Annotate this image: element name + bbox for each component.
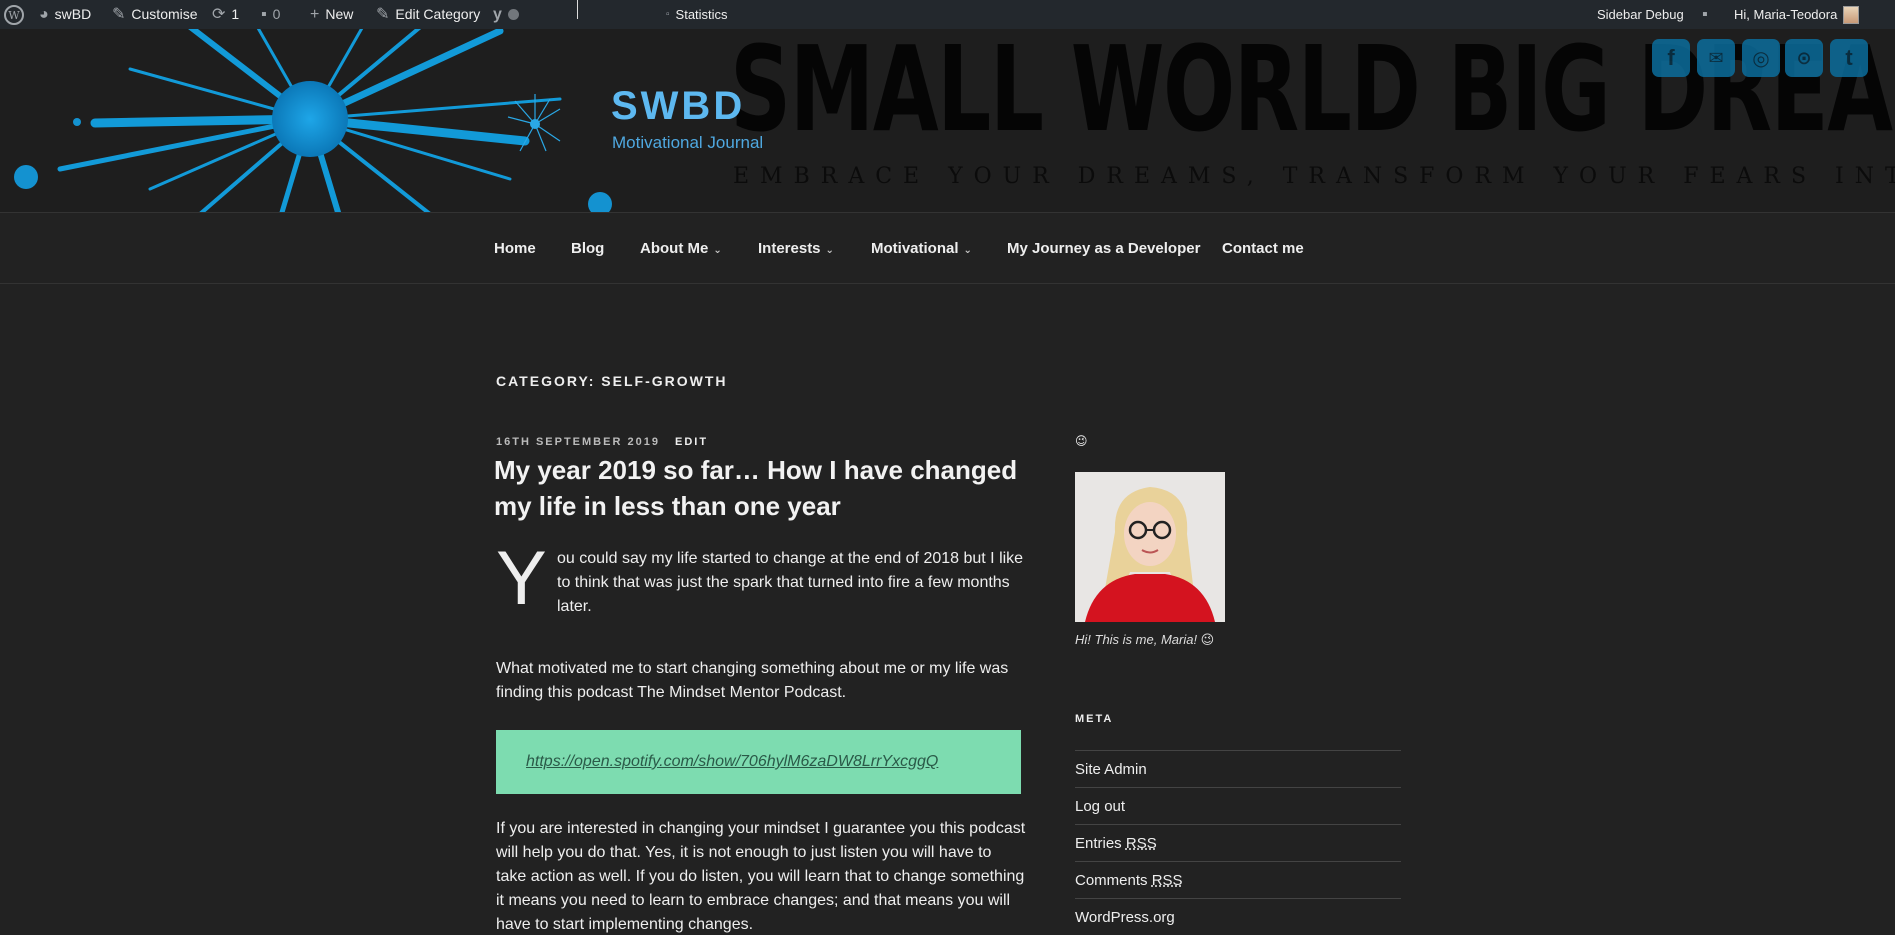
- comment-icon: ▪: [261, 6, 267, 23]
- meta-list: Site Admin Log out Entries RSS Comments …: [1075, 750, 1401, 935]
- banner-tagline: EMBRACE YOUR DREAMS, TRANSFORM YOUR FEAR…: [733, 164, 1895, 189]
- chevron-down-icon: ⌄: [713, 245, 722, 256]
- nav-label: Contact me: [1222, 240, 1304, 257]
- site-name-label: swBD: [54, 6, 92, 22]
- seo-status-dot: [507, 9, 519, 20]
- main-navigation: Home Blog About Me ⌄ Interests ⌄ Motivatio…: [0, 212, 1895, 284]
- nav-label: Motivational: [871, 240, 959, 257]
- post-title[interactable]: My year 2019 so far… How I have changed …: [494, 452, 1024, 524]
- edit-post-link[interactable]: EDIT: [675, 436, 708, 448]
- updates-link[interactable]: ⟳ 1: [212, 0, 239, 29]
- admin-bar: W ◕ swBD ✎ Customise ⟳ 1 ▪ 0 + New ✎ Edi…: [0, 0, 1895, 29]
- instagram-icon[interactable]: ◎: [1742, 39, 1780, 77]
- edit-category-label: Edit Category: [395, 6, 481, 22]
- sidebar-debug-link[interactable]: Sidebar Debug: [1597, 0, 1684, 29]
- podcast-link[interactable]: https://open.spotify.com/show/706hylM6za…: [526, 753, 938, 771]
- customise-label: Customise: [131, 6, 198, 22]
- twitter-icon[interactable]: t: [1830, 39, 1868, 77]
- nav-item-about-me[interactable]: About Me ⌄: [640, 213, 722, 285]
- nav-item-blog[interactable]: Blog: [571, 213, 604, 285]
- rss-icon[interactable]: ⊙: [1785, 39, 1823, 77]
- dashboard-icon: ◕: [39, 6, 49, 23]
- post-paragraph: What motivated me to start changing some…: [496, 660, 1009, 701]
- meta-comments-rss[interactable]: Comments RSS: [1075, 861, 1401, 898]
- svg-text:W: W: [8, 9, 20, 22]
- sidebar-debug-label: Sidebar Debug: [1597, 7, 1684, 22]
- plus-icon: +: [310, 6, 320, 23]
- site-title[interactable]: SWBD: [611, 84, 745, 129]
- rss-abbr: RSS: [1151, 872, 1183, 889]
- admin-bar-divider: [577, 0, 578, 19]
- nav-label: My Journey as a Developer: [1007, 240, 1201, 257]
- nav-label: Interests: [758, 240, 821, 257]
- meta-log-out[interactable]: Log out: [1075, 787, 1401, 824]
- broken-image-icon: ▫: [666, 9, 670, 20]
- meta-label: Log out: [1075, 798, 1126, 815]
- podcast-link-box: https://open.spotify.com/show/706hylM6za…: [496, 730, 1021, 794]
- meta-site-admin[interactable]: Site Admin: [1075, 750, 1401, 787]
- post-paragraph: ou could say my life started to change a…: [557, 550, 1024, 615]
- drop-cap: Y: [496, 536, 547, 621]
- statistics-image[interactable]: ▫ Statistics: [666, 0, 728, 29]
- site-name-link[interactable]: ◕ swBD: [39, 0, 91, 29]
- meta-wordpress-org[interactable]: WordPress.org: [1075, 898, 1401, 935]
- meta-label: WordPress.org: [1075, 909, 1175, 926]
- edit-category-link[interactable]: ✎ Edit Category: [376, 0, 480, 29]
- greeting-label: Hi, Maria-Teodora: [1734, 7, 1838, 22]
- yoast-seo-icon[interactable]: y: [493, 0, 519, 29]
- user-avatar: [1843, 5, 1860, 24]
- meta-label: Comments: [1075, 872, 1148, 889]
- chevron-down-icon: ⌄: [825, 245, 834, 256]
- comments-link[interactable]: ▪ 0: [261, 0, 280, 29]
- nav-item-interests[interactable]: Interests ⌄: [758, 213, 834, 285]
- meta-label: Site Admin: [1075, 761, 1147, 778]
- paintbrush-icon: ✎: [112, 6, 126, 23]
- my-account-link[interactable]: Hi, Maria-Teodora: [1734, 0, 1860, 29]
- category-title: CATEGORY: SELF-GROWTH: [496, 373, 728, 389]
- wordpress-logo-icon[interactable]: W: [4, 0, 24, 29]
- yoast-icon: y: [493, 6, 502, 23]
- customise-link[interactable]: ✎ Customise: [112, 0, 198, 29]
- site-description: Motivational Journal: [612, 133, 764, 152]
- post-date[interactable]: 16TH SEPTEMBER 2019: [496, 436, 660, 448]
- new-content-link[interactable]: + New: [310, 0, 353, 29]
- wink-emoji: 😉: [1075, 434, 1088, 448]
- nav-item-motivational[interactable]: Motivational ⌄: [871, 213, 972, 285]
- pencil-icon: ✎: [376, 6, 390, 23]
- post-paragraph: If you are interested in changing your m…: [496, 820, 1026, 933]
- email-icon[interactable]: ✉: [1697, 39, 1735, 77]
- profile-caption: Hi! This is me, Maria! 😉: [1075, 632, 1215, 647]
- starburst-graphic: [14, 29, 612, 212]
- chevron-down-icon: ⌄: [963, 245, 972, 256]
- comments-count: 0: [272, 6, 281, 22]
- updates-count: 1: [231, 6, 240, 22]
- nav-item-developer-journey[interactable]: My Journey as a Developer: [1007, 213, 1200, 285]
- notification-icon: ▪: [1702, 6, 1708, 23]
- profile-photo: [1075, 472, 1225, 622]
- nav-label: Home: [494, 240, 536, 257]
- site-header: SMALL WORLD BIG DREAMS EMBRACE YOUR DREA…: [0, 29, 1895, 212]
- rss-abbr: RSS: [1125, 835, 1157, 852]
- nav-label: About Me: [640, 240, 709, 257]
- meta-entries-rss[interactable]: Entries RSS: [1075, 824, 1401, 861]
- meta-label: Entries: [1075, 835, 1122, 852]
- statistics-alt-text: Statistics: [675, 7, 728, 22]
- meta-widget-title: META: [1075, 713, 1114, 725]
- nav-label: Blog: [571, 240, 605, 257]
- notifications-icon[interactable]: ▪: [1702, 0, 1708, 29]
- facebook-icon[interactable]: f: [1652, 39, 1690, 77]
- new-label: New: [325, 6, 354, 22]
- updates-icon: ⟳: [212, 6, 226, 23]
- post-meta: 16TH SEPTEMBER 2019 EDIT: [496, 436, 708, 448]
- nav-item-contact[interactable]: Contact me: [1222, 213, 1304, 285]
- nav-item-home[interactable]: Home: [494, 213, 536, 285]
